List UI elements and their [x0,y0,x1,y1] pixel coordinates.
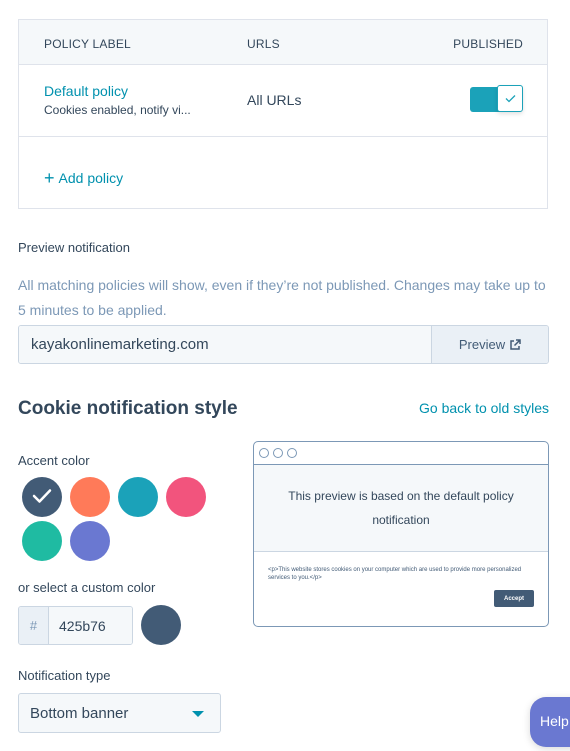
policy-urls: All URLs [247,92,302,108]
check-icon [505,95,516,103]
plus-icon: + [44,168,55,188]
table-header: POLICY LABEL URLS PUBLISHED [19,20,547,65]
mock-banner-text: <p>This website stores cookies on your c… [268,567,522,581]
preview-help-text: All matching policies will show, even if… [18,277,546,318]
custom-color-label: or select a custom color [18,580,156,595]
cookie-style-heading: Cookie notification style [18,398,238,419]
external-link-icon [510,338,521,350]
accent-swatch-pink[interactable] [166,477,206,517]
caret-down-icon [192,711,204,717]
mock-accept-button: Accept [494,590,534,607]
policy-name-link[interactable]: Default policy [44,83,128,99]
policy-table: POLICY LABEL URLS PUBLISHED Default poli… [18,19,548,209]
add-policy-button[interactable]: + Add policy [44,168,124,188]
mock-preview-message: This preview is based on the default pol… [254,465,548,552]
notification-type-select[interactable]: Bottom banner [18,693,221,733]
add-policy-row: + Add policy [19,137,547,209]
notification-type-value: Bottom banner [30,705,129,722]
hex-input-group: # [18,606,133,645]
window-dot-icon [287,448,297,458]
hex-color-input[interactable] [49,607,132,644]
accent-swatch-green[interactable] [22,521,62,561]
column-header-urls[interactable]: URLS [247,37,280,51]
preview-url-group: Preview [18,325,549,364]
accent-color-label: Accent color [18,453,90,468]
mock-browser-bar [254,442,548,465]
column-header-published[interactable]: PUBLISHED [453,37,523,51]
preview-notification-title: Preview notification [18,240,130,255]
policy-description: Cookies enabled, notify vi... [44,103,191,117]
mock-cookie-banner: <p>This website stores cookies on your c… [254,552,548,626]
notification-type-label: Notification type [18,668,111,683]
preview-button[interactable]: Preview [431,326,548,363]
hash-prefix: # [19,607,49,644]
accent-swatch-slate[interactable] [22,477,62,517]
accent-swatch-teal[interactable] [118,477,158,517]
check-icon [32,489,52,503]
go-back-old-styles-link[interactable]: Go back to old styles [419,400,549,416]
window-dot-icon [259,448,269,458]
toggle-knob [497,85,523,112]
preview-url-input[interactable] [19,326,431,363]
window-dot-icon [273,448,283,458]
help-button[interactable]: Help [530,697,570,747]
custom-color-swatch[interactable] [141,605,181,645]
accent-swatch-purple[interactable] [70,521,110,561]
table-row: Default policy Cookies enabled, notify v… [19,65,547,137]
accent-swatch-orange[interactable] [70,477,110,517]
published-toggle[interactable] [470,85,523,112]
notification-preview-mockup: This preview is based on the default pol… [253,441,549,627]
add-policy-label: Add policy [58,170,124,186]
preview-button-label: Preview [458,337,506,352]
column-header-policy-label[interactable]: POLICY LABEL [44,37,131,51]
